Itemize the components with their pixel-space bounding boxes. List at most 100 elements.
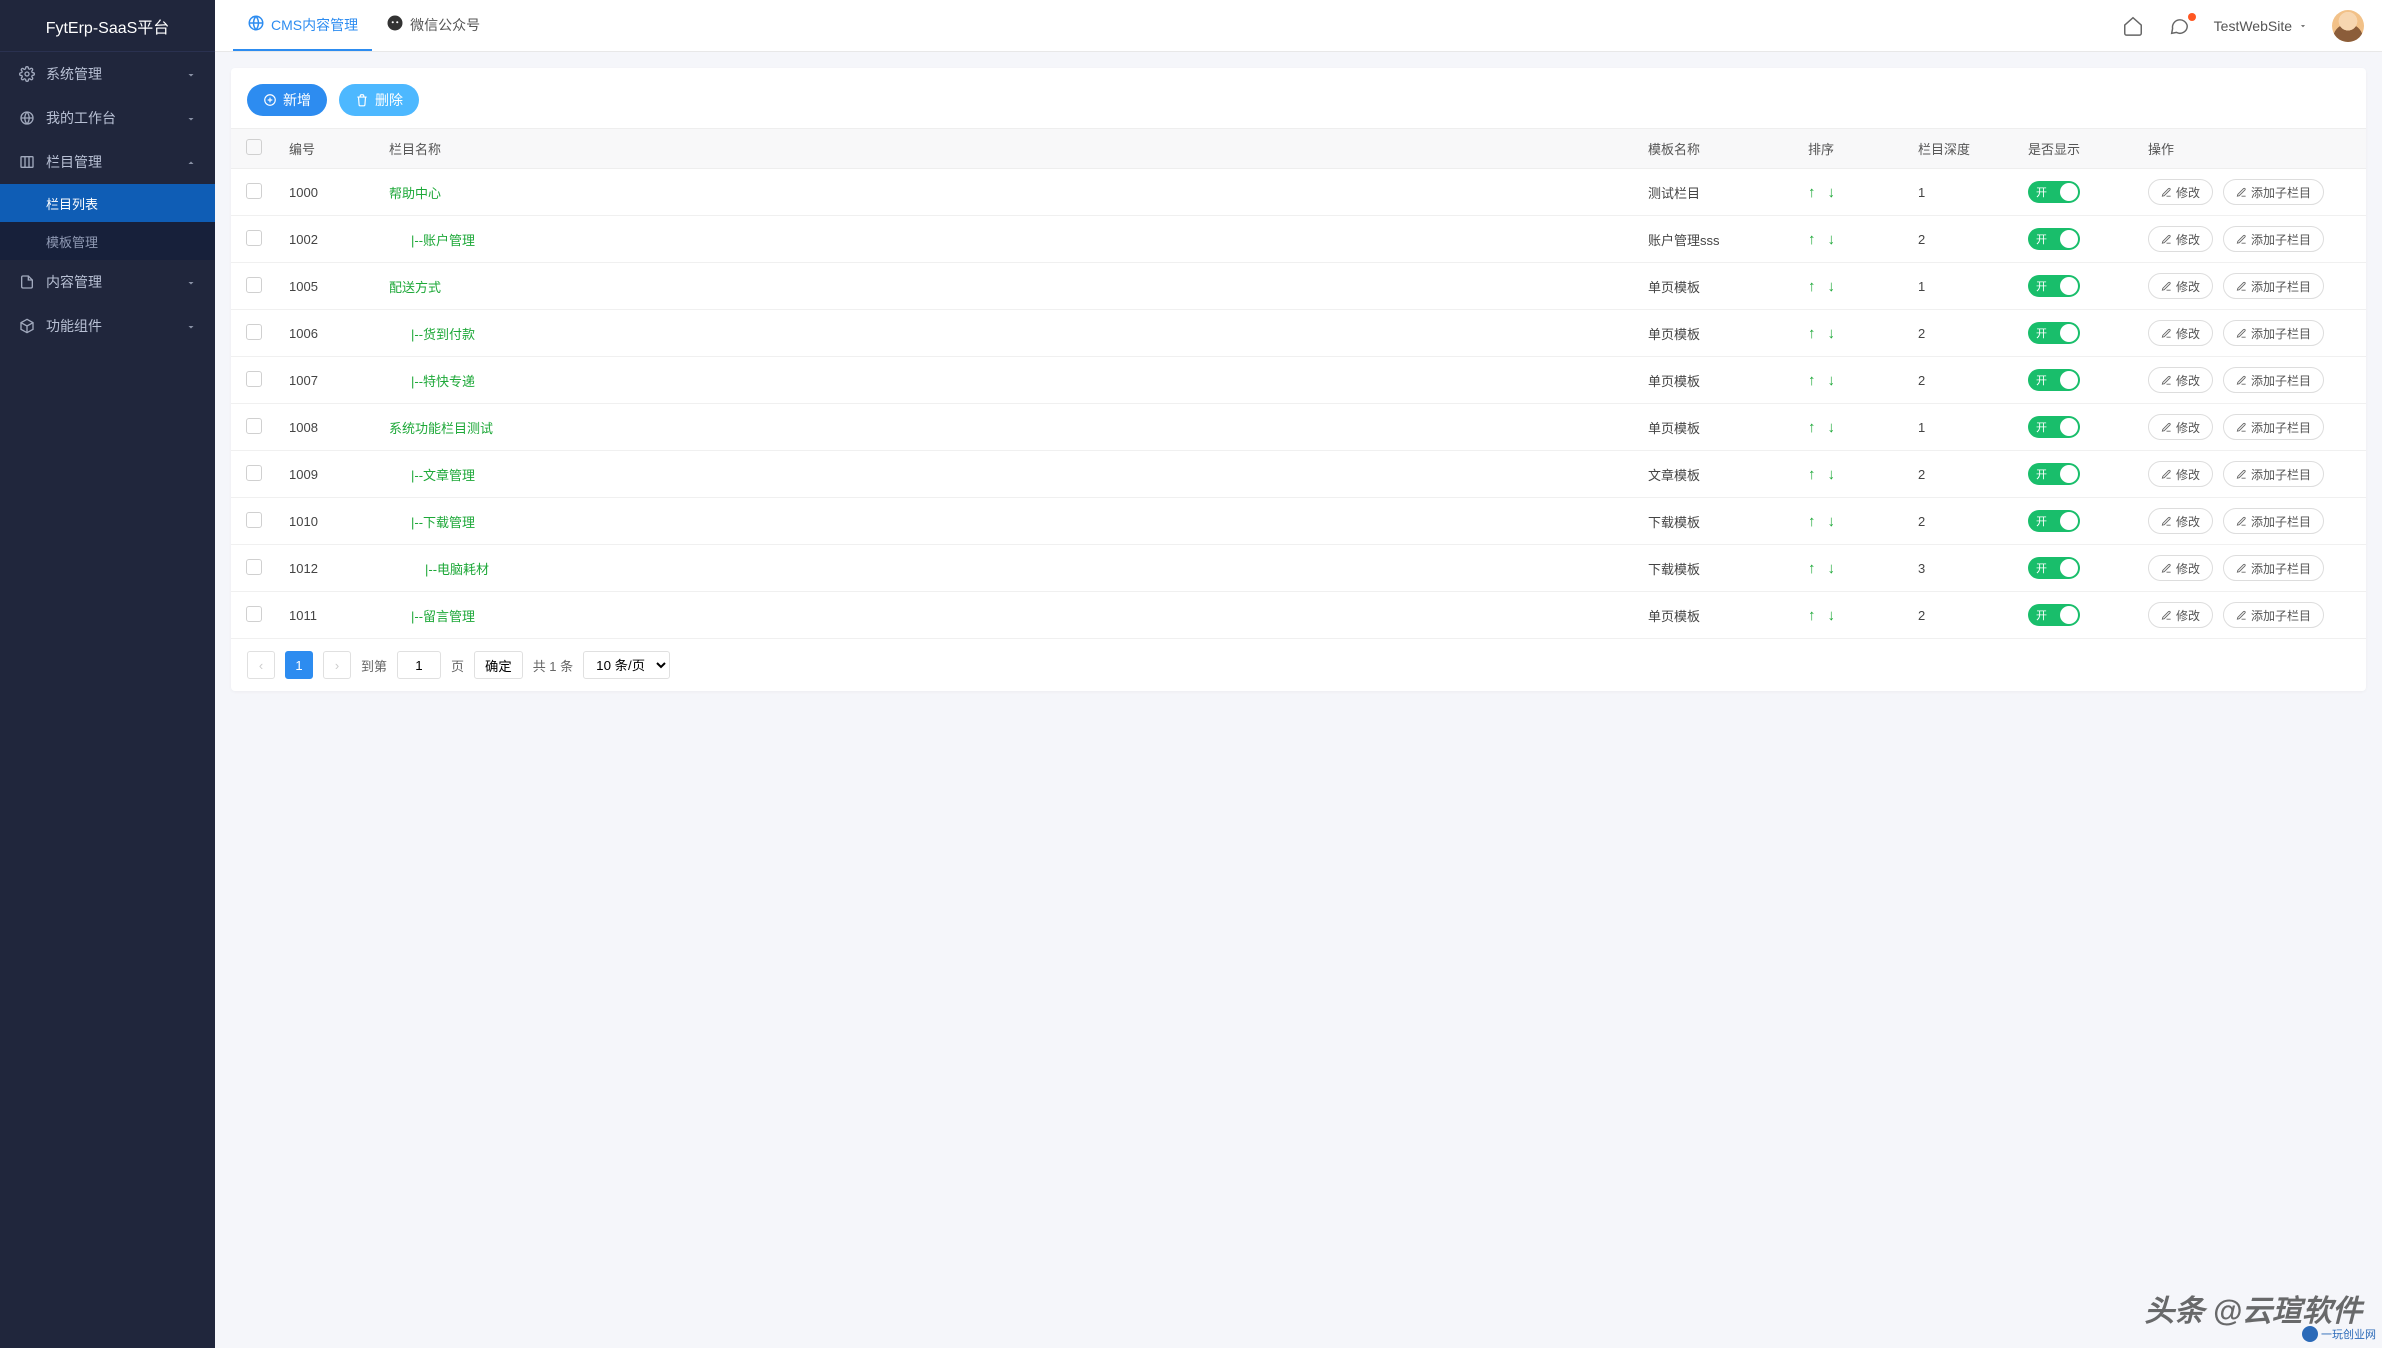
col-display: 是否显示 (2016, 129, 2136, 169)
sidebar-item-columns[interactable]: 栏目管理 (0, 140, 215, 184)
add-child-button[interactable]: 添加子栏目 (2223, 273, 2324, 299)
sort-up-icon[interactable]: ↑ (1808, 513, 1816, 530)
sort-down-icon[interactable]: ↓ (1828, 607, 1836, 624)
display-toggle[interactable]: 开 (2028, 228, 2080, 250)
cell-name[interactable]: 帮助中心 (377, 169, 1636, 216)
display-toggle[interactable]: 开 (2028, 369, 2080, 391)
cell-ops: 修改添加子栏目 (2136, 357, 2366, 404)
home-icon[interactable] (2122, 15, 2144, 37)
sort-down-icon[interactable]: ↓ (1828, 560, 1836, 577)
sidebar-item-workspace[interactable]: 我的工作台 (0, 96, 215, 140)
edit-button[interactable]: 修改 (2148, 461, 2213, 487)
cell-name[interactable]: |--电脑耗材 (377, 545, 1636, 592)
delete-button[interactable]: 删除 (339, 84, 419, 116)
user-menu[interactable]: TestWebSite (2214, 18, 2308, 34)
sort-down-icon[interactable]: ↓ (1828, 372, 1836, 389)
row-checkbox[interactable] (246, 324, 262, 340)
page-next[interactable]: › (323, 651, 351, 679)
edit-button[interactable]: 修改 (2148, 320, 2213, 346)
tab-wechat[interactable]: 微信公众号 (372, 0, 494, 51)
edit-button[interactable]: 修改 (2148, 602, 2213, 628)
goto-confirm-button[interactable]: 确定 (474, 651, 523, 679)
sort-up-icon[interactable]: ↑ (1808, 184, 1816, 201)
display-toggle[interactable]: 开 (2028, 416, 2080, 438)
row-checkbox[interactable] (246, 418, 262, 434)
sort-down-icon[interactable]: ↓ (1828, 513, 1836, 530)
tab-cms[interactable]: CMS内容管理 (233, 0, 372, 51)
edit-button[interactable]: 修改 (2148, 414, 2213, 440)
row-checkbox[interactable] (246, 183, 262, 199)
page-prev[interactable]: ‹ (247, 651, 275, 679)
sort-up-icon[interactable]: ↑ (1808, 466, 1816, 483)
sort-down-icon[interactable]: ↓ (1828, 278, 1836, 295)
sort-up-icon[interactable]: ↑ (1808, 372, 1816, 389)
sidebar-subitem-template-mgmt[interactable]: 模板管理 (0, 222, 215, 260)
row-checkbox[interactable] (246, 371, 262, 387)
message-icon[interactable] (2168, 15, 2190, 37)
cell-name[interactable]: |--文章管理 (377, 451, 1636, 498)
chevron-down-icon (2298, 18, 2308, 34)
sort-down-icon[interactable]: ↓ (1828, 466, 1836, 483)
sort-down-icon[interactable]: ↓ (1828, 231, 1836, 248)
display-toggle[interactable]: 开 (2028, 322, 2080, 344)
cell-name[interactable]: |--货到付款 (377, 310, 1636, 357)
add-button[interactable]: 新增 (247, 84, 327, 116)
add-child-button[interactable]: 添加子栏目 (2223, 461, 2324, 487)
add-child-button[interactable]: 添加子栏目 (2223, 508, 2324, 534)
add-child-button[interactable]: 添加子栏目 (2223, 320, 2324, 346)
sort-up-icon[interactable]: ↑ (1808, 278, 1816, 295)
edit-button[interactable]: 修改 (2148, 508, 2213, 534)
add-child-button[interactable]: 添加子栏目 (2223, 226, 2324, 252)
add-child-button[interactable]: 添加子栏目 (2223, 367, 2324, 393)
sidebar-item-components[interactable]: 功能组件 (0, 304, 215, 348)
edit-button[interactable]: 修改 (2148, 273, 2213, 299)
sidebar-subitem-column-list[interactable]: 栏目列表 (0, 184, 215, 222)
add-child-button[interactable]: 添加子栏目 (2223, 414, 2324, 440)
goto-page-input[interactable] (397, 651, 441, 679)
row-checkbox[interactable] (246, 606, 262, 622)
edit-button[interactable]: 修改 (2148, 179, 2213, 205)
row-checkbox[interactable] (246, 512, 262, 528)
cell-name[interactable]: |--特快专递 (377, 357, 1636, 404)
app-logo: FytErp-SaaS平台 (0, 0, 215, 52)
display-toggle[interactable]: 开 (2028, 181, 2080, 203)
sidebar-item-system[interactable]: 系统管理 (0, 52, 215, 96)
cell-name[interactable]: |--账户管理 (377, 216, 1636, 263)
sort-up-icon[interactable]: ↑ (1808, 325, 1816, 342)
display-toggle[interactable]: 开 (2028, 275, 2080, 297)
avatar[interactable] (2332, 10, 2364, 42)
edit-button[interactable]: 修改 (2148, 367, 2213, 393)
cell-name[interactable]: 配送方式 (377, 263, 1636, 310)
cell-ops: 修改添加子栏目 (2136, 592, 2366, 639)
edit-button[interactable]: 修改 (2148, 226, 2213, 252)
cell-name[interactable]: 系统功能栏目测试 (377, 404, 1636, 451)
cell-name[interactable]: |--下载管理 (377, 498, 1636, 545)
display-toggle[interactable]: 开 (2028, 604, 2080, 626)
edit-button[interactable]: 修改 (2148, 555, 2213, 581)
display-toggle[interactable]: 开 (2028, 510, 2080, 532)
sort-down-icon[interactable]: ↓ (1828, 419, 1836, 436)
row-checkbox[interactable] (246, 277, 262, 293)
select-all-checkbox[interactable] (246, 139, 262, 155)
cell-ops: 修改添加子栏目 (2136, 310, 2366, 357)
globe-icon (247, 14, 265, 35)
add-child-button[interactable]: 添加子栏目 (2223, 179, 2324, 205)
sort-up-icon[interactable]: ↑ (1808, 419, 1816, 436)
display-toggle[interactable]: 开 (2028, 463, 2080, 485)
row-checkbox[interactable] (246, 559, 262, 575)
sort-down-icon[interactable]: ↓ (1828, 325, 1836, 342)
sort-up-icon[interactable]: ↑ (1808, 231, 1816, 248)
sort-up-icon[interactable]: ↑ (1808, 560, 1816, 577)
row-checkbox[interactable] (246, 465, 262, 481)
cell-id: 1011 (277, 592, 377, 639)
sort-down-icon[interactable]: ↓ (1828, 184, 1836, 201)
display-toggle[interactable]: 开 (2028, 557, 2080, 579)
add-child-button[interactable]: 添加子栏目 (2223, 555, 2324, 581)
sidebar-item-content[interactable]: 内容管理 (0, 260, 215, 304)
cell-name[interactable]: |--留言管理 (377, 592, 1636, 639)
page-number[interactable]: 1 (285, 651, 313, 679)
add-child-button[interactable]: 添加子栏目 (2223, 602, 2324, 628)
sort-up-icon[interactable]: ↑ (1808, 607, 1816, 624)
row-checkbox[interactable] (246, 230, 262, 246)
pagesize-select[interactable]: 10 条/页 (583, 651, 670, 679)
